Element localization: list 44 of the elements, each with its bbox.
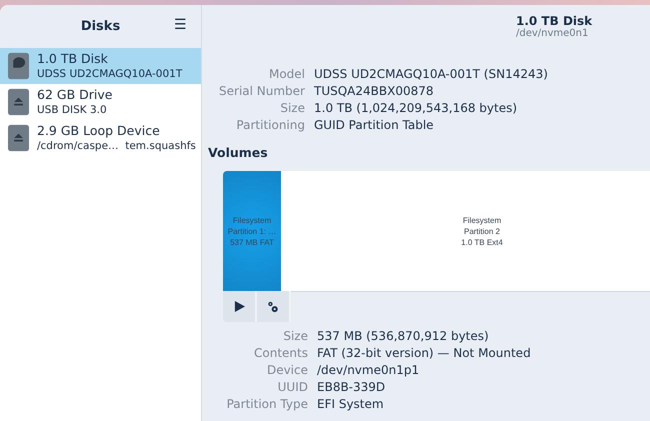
field-label: Device: [266, 362, 308, 379]
partition-label: Partition 2: [464, 226, 500, 236]
field-value: GUID Partition Table: [314, 117, 435, 134]
disk-list-item[interactable]: 2.9 GB Loop Device /cdrom/caspe… tem.squashfs: [0, 120, 201, 156]
field-value: EFI System: [317, 396, 385, 413]
disk-model: USB DISK 3.0: [37, 103, 108, 117]
menu-button[interactable]: ☰: [174, 16, 187, 32]
disk-name: 2.9 GB Loop Device: [37, 123, 161, 139]
disk-title: 1.0 TB Disk: [516, 14, 592, 28]
mount-button[interactable]: [223, 291, 257, 322]
partition-label: 537 MB FAT: [230, 236, 274, 248]
partition-label: Filesystem: [462, 214, 502, 226]
disk-model: /cdrom/caspe… tem.squashfs: [37, 139, 196, 153]
field-value: 537 MB (536,870,912 bytes): [317, 328, 490, 345]
field-value: EB8B-339D: [317, 379, 386, 396]
field-label: Partition Type: [226, 396, 308, 413]
eject-icon: [8, 88, 29, 116]
disk-model: UDSS UD2CMAGQ10A-001T: [37, 67, 182, 81]
field-label: Size: [282, 328, 308, 345]
field-label: UUID: [276, 379, 308, 396]
field-value: /dev/nvme0n1p1: [317, 362, 420, 379]
partition-block[interactable]: Filesystem Partition 2 1.0 TB Ext4: [281, 171, 650, 291]
partition-label: Partition 1: …: [228, 226, 276, 236]
settings-icon: [267, 300, 279, 312]
volumes-heading: Volumes: [208, 145, 269, 160]
play-icon: [234, 301, 244, 312]
disk-list-item[interactable]: 1.0 TB Disk UDSS UD2CMAGQ10A-001T: [0, 48, 201, 84]
device-path: /dev/nvme0n1: [516, 28, 588, 39]
disk-name: 62 GB Drive: [37, 87, 112, 103]
partition-label: 1.0 TB Ext4: [461, 236, 503, 248]
sidebar-title: Disks: [80, 19, 120, 34]
field-value: UDSS UD2CMAGQ10A-001T (SN14243): [314, 66, 549, 83]
field-value: 1.0 TB (1,024,209,543,168 bytes): [314, 100, 518, 117]
field-label: Serial Number: [218, 83, 305, 100]
field-label: Size: [279, 100, 305, 117]
eject-icon: [8, 124, 29, 152]
field-label: Contents: [253, 345, 308, 362]
disk-list-item[interactable]: 62 GB Drive USB DISK 3.0: [0, 84, 201, 120]
disk-name: 1.0 TB Disk: [37, 51, 109, 67]
field-label: Partitioning: [235, 117, 305, 134]
partition-label: Filesystem: [232, 214, 272, 226]
field-value: FAT (32-bit version) — Not Mounted: [317, 345, 532, 362]
field-label: Model: [268, 66, 305, 83]
field-value: TUSQA24BBX00878: [314, 83, 435, 100]
